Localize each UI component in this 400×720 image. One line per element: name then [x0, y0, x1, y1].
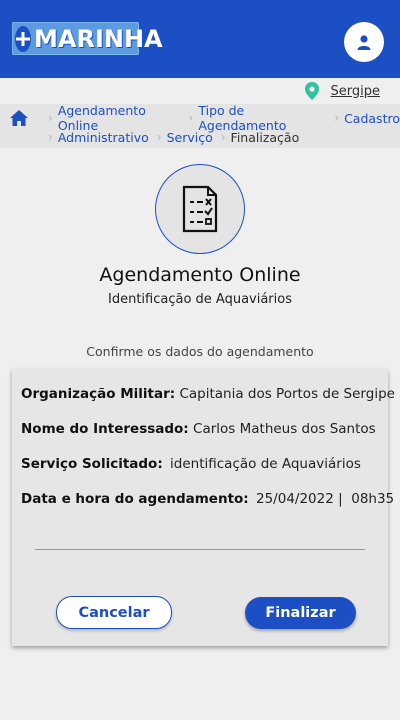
chevron-right-icon: › — [188, 111, 194, 125]
location-selector[interactable]: Sergipe — [304, 81, 380, 101]
confirm-instruction: Confirme os dados do agendamento — [86, 344, 314, 359]
chevron-right-icon: › — [48, 111, 53, 125]
cancel-button[interactable]: Cancelar — [56, 596, 172, 629]
date-value: 25/04/2022 | 08h35 — [256, 491, 395, 507]
map-pin-icon — [304, 82, 319, 100]
location-label[interactable]: Sergipe — [331, 84, 380, 99]
date-row: Data e hora do agendamento: 25/04/2022 |… — [21, 491, 394, 507]
finalize-button[interactable]: Finalizar — [245, 597, 356, 629]
service-value: identificação de Aquaviários — [170, 456, 361, 472]
page-subtitle: Identificação de Aquaviários — [108, 292, 292, 307]
plus-icon — [15, 25, 31, 52]
checklist-document-icon — [155, 164, 245, 254]
confirmation-card: Organização Militar: Capitania dos Porto… — [12, 369, 395, 646]
breadcrumb-administrativo[interactable]: Administrativo — [58, 130, 149, 145]
divider — [35, 549, 365, 550]
chevron-right-icon: › — [48, 130, 53, 144]
user-icon — [357, 35, 371, 50]
marinha-logo[interactable]: MARINHA — [12, 22, 163, 55]
user-avatar-button[interactable] — [344, 22, 384, 62]
name-value: Carlos Matheus dos Santos — [193, 421, 376, 437]
org-row: Organização Militar: Capitania dos Porto… — [21, 386, 395, 402]
name-label: Nome do Interessado: — [21, 421, 189, 437]
name-row: Nome do Interessado: Carlos Matheus dos … — [21, 421, 376, 437]
date-label: Data e hora do agendamento: — [21, 491, 249, 507]
breadcrumb-cadastro[interactable]: Cadastro — [344, 111, 400, 126]
breadcrumb-finalizacao: Finalização — [230, 129, 300, 145]
page-title: Agendamento Online — [99, 264, 301, 286]
home-icon[interactable] — [9, 109, 29, 131]
app-header: MARINHA — [0, 0, 400, 78]
service-row: Serviço Solicitado: identificação de Aqu… — [21, 456, 361, 472]
logo-text: MARINHA — [34, 24, 163, 53]
chevron-right-icon: › — [220, 130, 226, 144]
service-label: Serviço Solicitado: — [21, 456, 163, 472]
chevron-right-icon: › — [334, 111, 340, 125]
breadcrumb-servico[interactable]: Serviço — [167, 130, 213, 145]
breadcrumb: › Agendamento Online › Tipo de Agendamen… — [0, 103, 400, 148]
org-value: Capitania dos Portos de Sergipe — [179, 386, 395, 402]
org-label: Organização Militar: — [21, 386, 176, 402]
chevron-right-icon: › — [156, 130, 162, 144]
